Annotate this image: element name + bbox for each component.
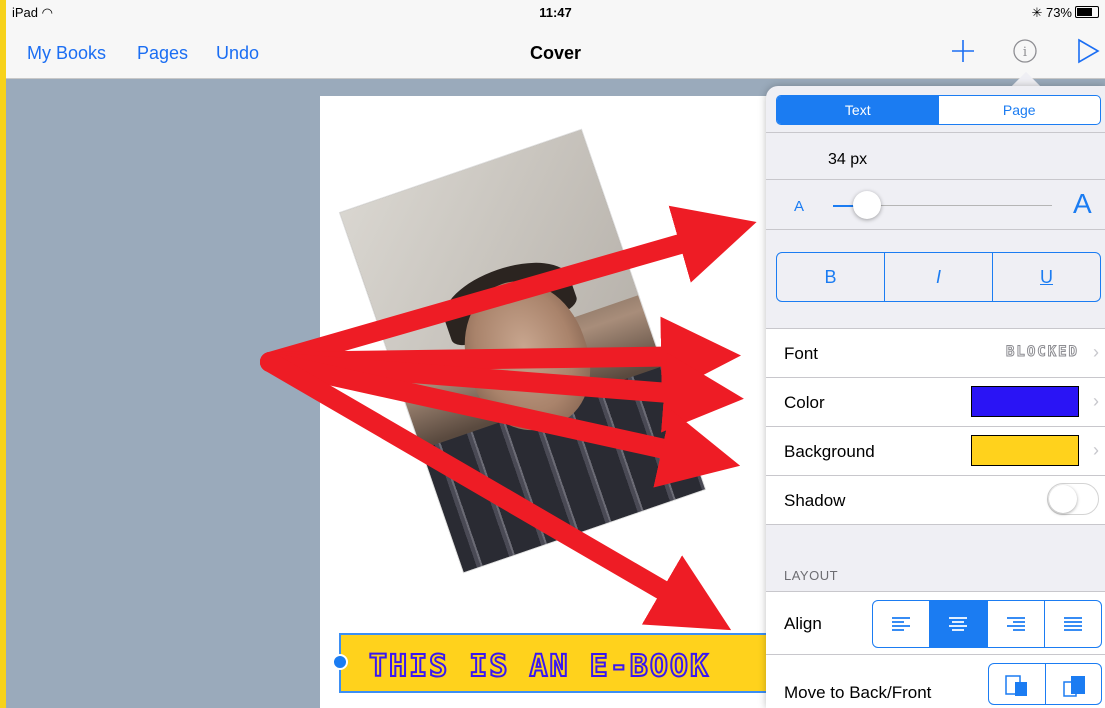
text-properties-list: Font BLOCKED › Color › Background › Shad… — [766, 328, 1105, 525]
background-row[interactable]: Background › — [766, 427, 1105, 476]
shadow-row: Shadow — [766, 476, 1105, 525]
italic-button[interactable]: I — [884, 253, 992, 301]
shadow-label: Shadow — [784, 491, 846, 510]
color-label: Color — [784, 393, 825, 412]
resize-handle[interactable] — [332, 654, 348, 670]
move-control — [988, 663, 1102, 705]
status-bar: iPad ◠ 11:47 ✳ 73% — [6, 0, 1105, 26]
chevron-right-icon: › — [1093, 391, 1099, 411]
bluetooth-icon: ✳ — [1031, 5, 1043, 20]
tab-page[interactable]: Page — [939, 96, 1101, 124]
font-size-slider-row: A A — [766, 180, 1105, 229]
info-icon[interactable]: i — [1012, 38, 1038, 69]
text-settings-popover: Text Page 34 px A A B I U Font BLOCKED › — [766, 86, 1105, 708]
battery-icon — [1075, 6, 1099, 18]
svg-text:i: i — [1023, 45, 1027, 60]
shadow-toggle[interactable] — [1047, 483, 1099, 515]
app-frame: iPad ◠ 11:47 ✳ 73% My Books Pages Undo C… — [6, 0, 1105, 708]
align-left-button[interactable] — [873, 601, 929, 647]
status-battery: ✳ 73% — [1031, 5, 1099, 21]
chevron-right-icon: › — [1093, 342, 1099, 362]
align-center-icon — [949, 617, 968, 631]
chevron-right-icon: › — [1093, 440, 1099, 460]
font-size-label: 34 px — [828, 151, 868, 168]
move-front-icon — [1063, 676, 1085, 697]
align-justify-icon — [1063, 617, 1082, 631]
background-label: Background — [784, 442, 875, 461]
align-justify-button[interactable] — [1043, 601, 1101, 647]
book-page[interactable]: THIS IS AN E-BOOK — [320, 96, 800, 708]
font-row[interactable]: Font BLOCKED › — [766, 328, 1105, 378]
text-style-buttons: B I U — [776, 252, 1101, 302]
my-books-button[interactable]: My Books — [27, 43, 106, 64]
font-label: Font — [784, 344, 819, 363]
align-center-button[interactable] — [929, 601, 987, 647]
move-row: Move to Back/Front — [766, 655, 1105, 708]
align-right-button[interactable] — [986, 601, 1044, 647]
add-icon[interactable] — [950, 38, 976, 69]
align-right-icon — [1006, 617, 1025, 631]
move-label: Move to Back/Front — [784, 683, 932, 702]
undo-button[interactable]: Undo — [216, 43, 259, 64]
move-to-back-button[interactable] — [989, 664, 1045, 704]
underline-button[interactable]: U — [992, 253, 1100, 301]
photo-image[interactable] — [340, 129, 705, 573]
layout-list: Align Move to Back/Front — [766, 591, 1105, 708]
pages-button[interactable]: Pages — [137, 43, 188, 64]
text-page-tabs: Text Page — [776, 95, 1101, 125]
align-label: Align — [784, 614, 822, 633]
nav-bar: My Books Pages Undo Cover i — [6, 26, 1105, 79]
bold-button[interactable]: B — [777, 253, 884, 301]
title-text: THIS IS AN E-BOOK — [368, 648, 711, 685]
play-icon[interactable] — [1075, 38, 1101, 69]
title-text-box[interactable]: THIS IS AN E-BOOK — [339, 633, 779, 693]
status-time: 11:47 — [539, 5, 572, 20]
font-value: BLOCKED — [1005, 344, 1079, 361]
align-left-icon — [892, 617, 911, 631]
color-swatch — [971, 386, 1079, 417]
small-a-icon: A — [794, 198, 805, 215]
background-swatch — [971, 435, 1079, 466]
move-back-icon — [1005, 675, 1027, 696]
align-row: Align — [766, 592, 1105, 655]
align-control — [872, 600, 1102, 648]
move-to-front-button[interactable] — [1045, 664, 1101, 704]
layout-section-header: LAYOUT — [784, 568, 839, 583]
large-a-icon: A — [1073, 188, 1092, 219]
font-size-slider-knob[interactable] — [853, 191, 881, 219]
color-row[interactable]: Color › — [766, 378, 1105, 427]
tab-text[interactable]: Text — [777, 96, 939, 124]
